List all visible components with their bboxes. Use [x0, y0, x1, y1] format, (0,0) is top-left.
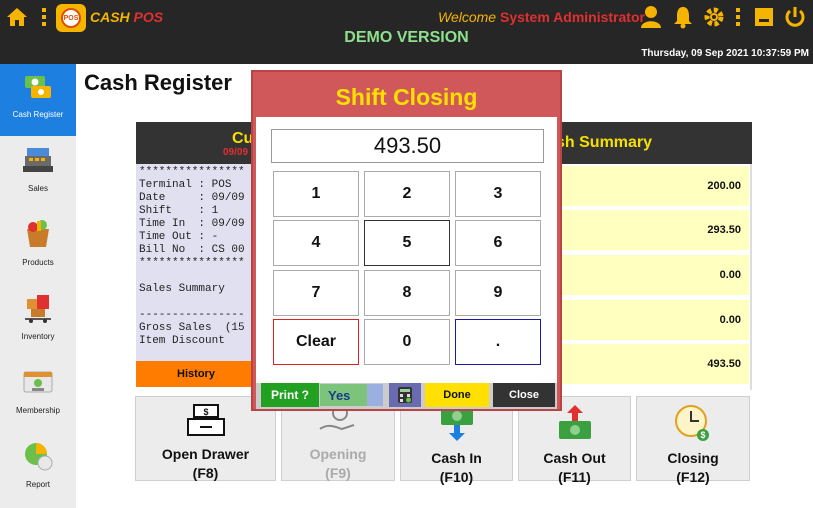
print-label: Print ? [261, 383, 319, 407]
key-decimal[interactable]: . [455, 319, 541, 365]
calculator-icon [398, 387, 412, 403]
summary-row: 0.00 [558, 255, 749, 295]
closing-icon: $ [673, 403, 713, 443]
calculator-button[interactable] [389, 383, 421, 407]
receipt-text: **************** Terminal : POS Date : 0… [136, 164, 256, 361]
sidebar-item-membership[interactable]: Membership [0, 360, 76, 432]
key-3[interactable]: 3 [455, 171, 541, 217]
key-2[interactable]: 2 [364, 171, 450, 217]
inventory-icon [22, 292, 54, 324]
key-0[interactable]: 0 [364, 319, 450, 365]
products-icon [22, 218, 54, 250]
top-bar: POS CASH POS Welcome System Administrato… [0, 0, 813, 64]
dialog-title: Shift Closing [335, 84, 478, 110]
app-name: CASH POS [90, 9, 164, 25]
dialog-footer: Print ? Yes Done Close [256, 383, 557, 409]
dialog-body: 493.50 1 2 3 4 5 6 7 8 9 Clear 0 . [256, 117, 557, 383]
history-button[interactable]: History [136, 361, 256, 387]
done-button[interactable]: Done [425, 383, 489, 407]
sidebar-item-sales[interactable]: Sales [0, 138, 76, 210]
menu-icon[interactable] [41, 6, 47, 28]
power-icon[interactable] [784, 5, 806, 29]
sidebar: Cash Register Sales Products Inventory M… [0, 64, 76, 508]
datetime: Thursday, 09 Sep 2021 10:37:59 PM [641, 48, 809, 59]
shift-closing-dialog: Shift Closing 493.50 1 2 3 4 5 6 7 8 9 C… [251, 70, 562, 411]
edition-label: DEMO VERSION [344, 29, 469, 46]
membership-icon [22, 366, 54, 398]
home-icon[interactable] [5, 6, 29, 28]
closing-button[interactable]: $ Closing (F12) [636, 396, 750, 485]
key-6[interactable]: 6 [455, 220, 541, 266]
close-button[interactable]: Close [493, 383, 555, 407]
user-icon[interactable] [640, 5, 662, 29]
summary-header: sh Summary [556, 122, 752, 164]
sidebar-item-inventory[interactable]: Inventory [0, 286, 76, 358]
toggle-knob [367, 384, 383, 406]
key-4[interactable]: 4 [273, 220, 359, 266]
key-7[interactable]: 7 [273, 270, 359, 316]
sales-icon [22, 144, 54, 176]
key-8[interactable]: 8 [364, 270, 450, 316]
svg-text:$: $ [203, 407, 208, 417]
app-logo: POS [56, 4, 86, 32]
sidebar-item-report[interactable]: Report [0, 434, 76, 506]
summary-row: 493.50 [558, 344, 749, 384]
more-icon[interactable] [735, 6, 741, 28]
amount-display[interactable]: 493.50 [271, 129, 544, 163]
page-title: Cash Register [84, 70, 232, 95]
summary-row: 293.50 [558, 210, 749, 250]
welcome-text: Welcome System Administrator [438, 9, 645, 25]
svg-text:$: $ [700, 430, 705, 440]
sidebar-item-products[interactable]: Products [0, 212, 76, 284]
cash-register-icon [22, 70, 54, 102]
report-icon [22, 440, 54, 472]
key-1[interactable]: 1 [273, 171, 359, 217]
key-9[interactable]: 9 [455, 270, 541, 316]
minimize-icon[interactable] [753, 6, 775, 28]
key-5[interactable]: 5 [364, 220, 450, 266]
summary-row: 200.00 [558, 166, 749, 206]
summary-row: 0.00 [558, 300, 749, 340]
drawer-icon: $ [186, 403, 226, 439]
print-toggle[interactable]: Yes [319, 383, 384, 407]
sidebar-item-cash-register[interactable]: Cash Register [0, 64, 76, 136]
gear-icon[interactable] [703, 5, 725, 29]
bell-icon[interactable] [672, 5, 694, 29]
key-clear[interactable]: Clear [273, 319, 359, 365]
